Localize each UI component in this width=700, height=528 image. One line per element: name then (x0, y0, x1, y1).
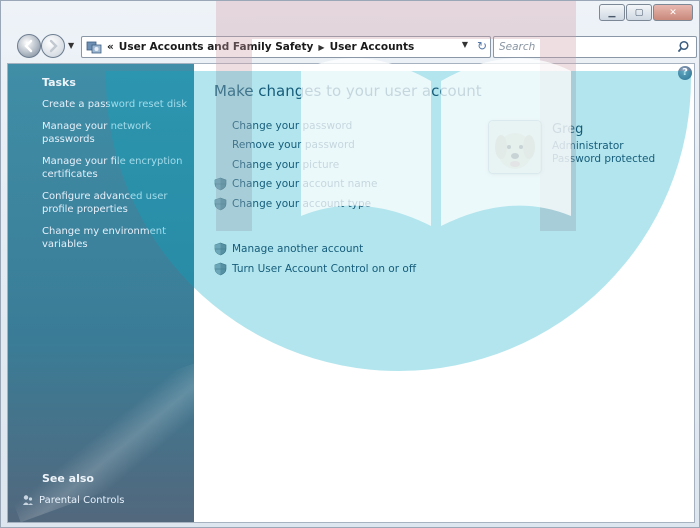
action-label: Turn User Account Control on or off (232, 262, 417, 275)
back-button[interactable] (17, 34, 41, 58)
task-manage-network-passwords[interactable]: Manage your network passwords (42, 120, 187, 146)
uac-shield-icon (214, 242, 227, 256)
action-change-picture[interactable]: Change your picture (214, 155, 454, 175)
minimize-button[interactable]: ▁ (599, 4, 625, 21)
uac-shield-icon (214, 197, 227, 211)
breadcrumb-separator-icon[interactable]: ▶ (318, 43, 324, 52)
action-group-gap (214, 214, 454, 240)
action-change-password[interactable]: Change your password (214, 116, 454, 136)
task-pane: Tasks Create a password reset disk Manag… (8, 64, 194, 522)
breadcrumb-item-user-accounts[interactable]: User Accounts (330, 41, 415, 53)
action-label: Change your account type (232, 197, 372, 210)
forward-button[interactable] (41, 34, 65, 58)
action-change-account-type[interactable]: Change your account type (214, 194, 454, 214)
content-area: Tasks Create a password reset disk Manag… (7, 63, 695, 523)
user-name: Greg (552, 122, 584, 137)
address-bar[interactable]: « User Accounts and Family Safety ▶ User… (81, 36, 491, 58)
tasks-heading: Tasks (42, 76, 76, 89)
breadcrumb-prefix[interactable]: « (107, 41, 114, 53)
action-label: Manage another account (232, 243, 364, 256)
action-change-account-name[interactable]: Change your account name (214, 175, 454, 195)
user-password-status: Password protected (552, 153, 656, 165)
user-card: Greg Administrator Password protected (488, 120, 688, 180)
caption-buttons: ▁ ▢ ✕ (599, 4, 693, 21)
action-label: Change your picture (232, 158, 340, 171)
recent-pages-dropdown[interactable]: ▼ (68, 41, 78, 51)
task-create-password-reset-disk[interactable]: Create a password reset disk (42, 98, 187, 111)
help-icon[interactable]: ? (678, 66, 692, 80)
search-input[interactable]: Search (499, 41, 535, 53)
window-frame: ▁ ▢ ✕ ▼ « User Accounts and Family Safet… (0, 0, 700, 528)
search-box[interactable]: Search (493, 36, 697, 58)
navigation-bar: ▼ « User Accounts and Family Safety ▶ Us… (5, 31, 697, 61)
address-dropdown-icon[interactable]: ▼ (462, 40, 468, 49)
breadcrumb-item-user-accounts-family-safety[interactable]: User Accounts and Family Safety (119, 41, 314, 53)
maximize-button[interactable]: ▢ (626, 4, 652, 21)
see-also-label: Parental Controls (39, 494, 125, 506)
see-also-heading: See also (42, 472, 94, 485)
task-change-environment-variables[interactable]: Change my environment variables (42, 225, 187, 251)
action-label: Change your account name (232, 178, 378, 191)
action-label: Remove your password (232, 139, 355, 152)
avatar[interactable] (488, 120, 542, 174)
dog-picture-icon (489, 121, 541, 173)
forward-arrow-icon (49, 39, 58, 53)
task-list: Create a password reset disk Manage your… (42, 98, 187, 260)
action-remove-password[interactable]: Remove your password (214, 136, 454, 156)
uac-shield-icon (214, 262, 227, 276)
close-button[interactable]: ✕ (653, 4, 693, 21)
action-label: Change your password (232, 119, 353, 132)
parental-controls-icon (23, 495, 33, 505)
user-role: Administrator (552, 140, 624, 152)
uac-shield-icon (214, 177, 227, 191)
back-arrow-icon (24, 39, 33, 53)
control-panel-icon (86, 41, 102, 54)
account-actions: Change your password Remove your passwor… (214, 116, 454, 279)
task-manage-file-encryption-certificates[interactable]: Manage your file encryption certificates (42, 155, 187, 181)
refresh-icon[interactable]: ↻ (477, 39, 487, 53)
see-also-parental-controls[interactable]: Parental Controls (22, 494, 124, 506)
page-title: Make changes to your user account (214, 82, 482, 100)
search-icon[interactable] (678, 40, 692, 54)
action-turn-uac-on-off[interactable]: Turn User Account Control on or off (214, 259, 454, 279)
task-configure-advanced-profile[interactable]: Configure advanced user profile properti… (42, 190, 187, 216)
action-manage-another-account[interactable]: Manage another account (214, 240, 454, 260)
